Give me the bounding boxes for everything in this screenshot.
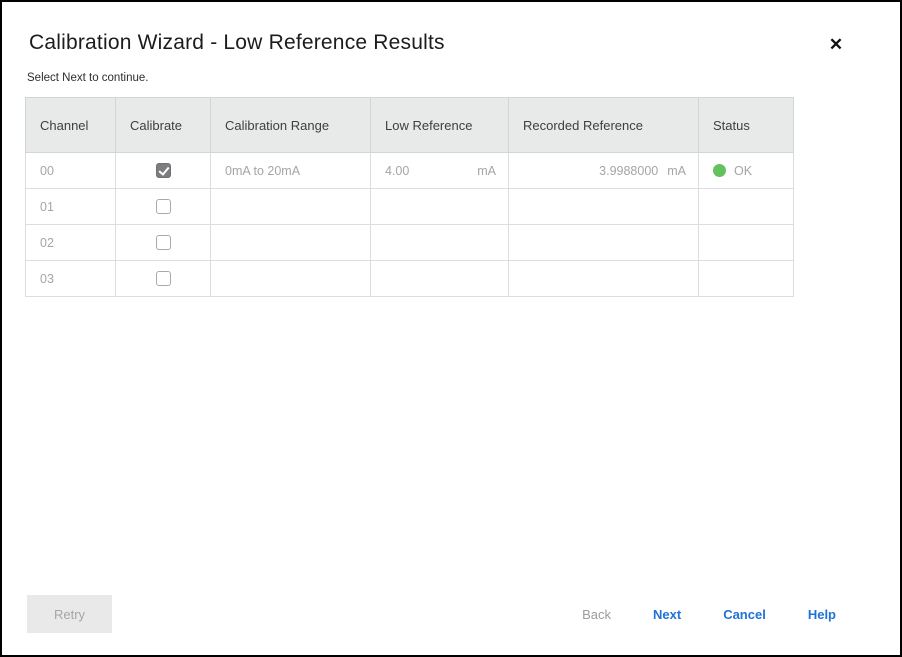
recorded-reference-cell xyxy=(509,225,699,261)
help-button[interactable]: Help xyxy=(808,607,836,622)
wizard-nav-buttons: Back Next Cancel Help xyxy=(582,595,836,633)
channel-cell: 02 xyxy=(26,225,116,261)
calibrate-cell xyxy=(116,261,211,297)
calibration-range-cell xyxy=(211,261,371,297)
channel-cell: 03 xyxy=(26,261,116,297)
status-cell: OK xyxy=(699,153,794,189)
low-reference-cell xyxy=(371,225,509,261)
calibration-range-cell: 0mA to 20mA xyxy=(211,153,371,189)
low-reference-cell xyxy=(371,261,509,297)
status-cell xyxy=(699,189,794,225)
recorded-reference-cell xyxy=(509,261,699,297)
cancel-button[interactable]: Cancel xyxy=(723,607,766,622)
low-reference-cell: 4.00 mA xyxy=(371,153,509,189)
recorded-reference-cell xyxy=(509,189,699,225)
status-label: OK xyxy=(734,164,752,178)
low-reference-cell xyxy=(371,189,509,225)
calibration-range-cell xyxy=(211,189,371,225)
table-row: 02 xyxy=(26,225,794,261)
column-header-channel: Channel xyxy=(26,98,116,153)
table-row: 01 xyxy=(26,189,794,225)
calibrate-cell xyxy=(116,225,211,261)
close-icon[interactable]: ✕ xyxy=(824,33,848,57)
column-header-low-reference: Low Reference xyxy=(371,98,509,153)
status-cell xyxy=(699,261,794,297)
calibration-results-table: Channel Calibrate Calibration Range Low … xyxy=(25,97,794,297)
table-row: 00 0mA to 20mA 4.00 mA 3.9988000 mA OK xyxy=(26,153,794,189)
calibrate-checkbox[interactable] xyxy=(156,235,171,250)
low-reference-unit: mA xyxy=(477,164,496,178)
status-ok-icon xyxy=(713,164,726,177)
calibrate-cell xyxy=(116,189,211,225)
channel-cell: 00 xyxy=(26,153,116,189)
column-header-status: Status xyxy=(699,98,794,153)
instruction-text: Select Next to continue. xyxy=(27,72,148,84)
column-header-calibrate: Calibrate xyxy=(116,98,211,153)
back-button[interactable]: Back xyxy=(582,607,611,622)
recorded-reference-unit: mA xyxy=(667,164,686,178)
table-row: 03 xyxy=(26,261,794,297)
page-title: Calibration Wizard - Low Reference Resul… xyxy=(29,31,445,55)
channel-cell: 01 xyxy=(26,189,116,225)
calibrate-cell xyxy=(116,153,211,189)
calibrate-checkbox[interactable] xyxy=(156,163,171,178)
recorded-reference-cell: 3.9988000 mA xyxy=(509,153,699,189)
calibration-wizard-dialog: { "window": { "title": "Calibration Wiza… xyxy=(0,0,902,657)
status-cell xyxy=(699,225,794,261)
column-header-calibration-range: Calibration Range xyxy=(211,98,371,153)
calibrate-checkbox[interactable] xyxy=(156,271,171,286)
column-header-recorded-reference: Recorded Reference xyxy=(509,98,699,153)
calibration-range-cell xyxy=(211,225,371,261)
next-button[interactable]: Next xyxy=(653,607,681,622)
table-header-row: Channel Calibrate Calibration Range Low … xyxy=(26,98,794,153)
recorded-reference-value: 3.9988000 xyxy=(599,164,658,178)
low-reference-value: 4.00 xyxy=(385,164,409,178)
calibrate-checkbox[interactable] xyxy=(156,199,171,214)
retry-button[interactable]: Retry xyxy=(27,595,112,633)
